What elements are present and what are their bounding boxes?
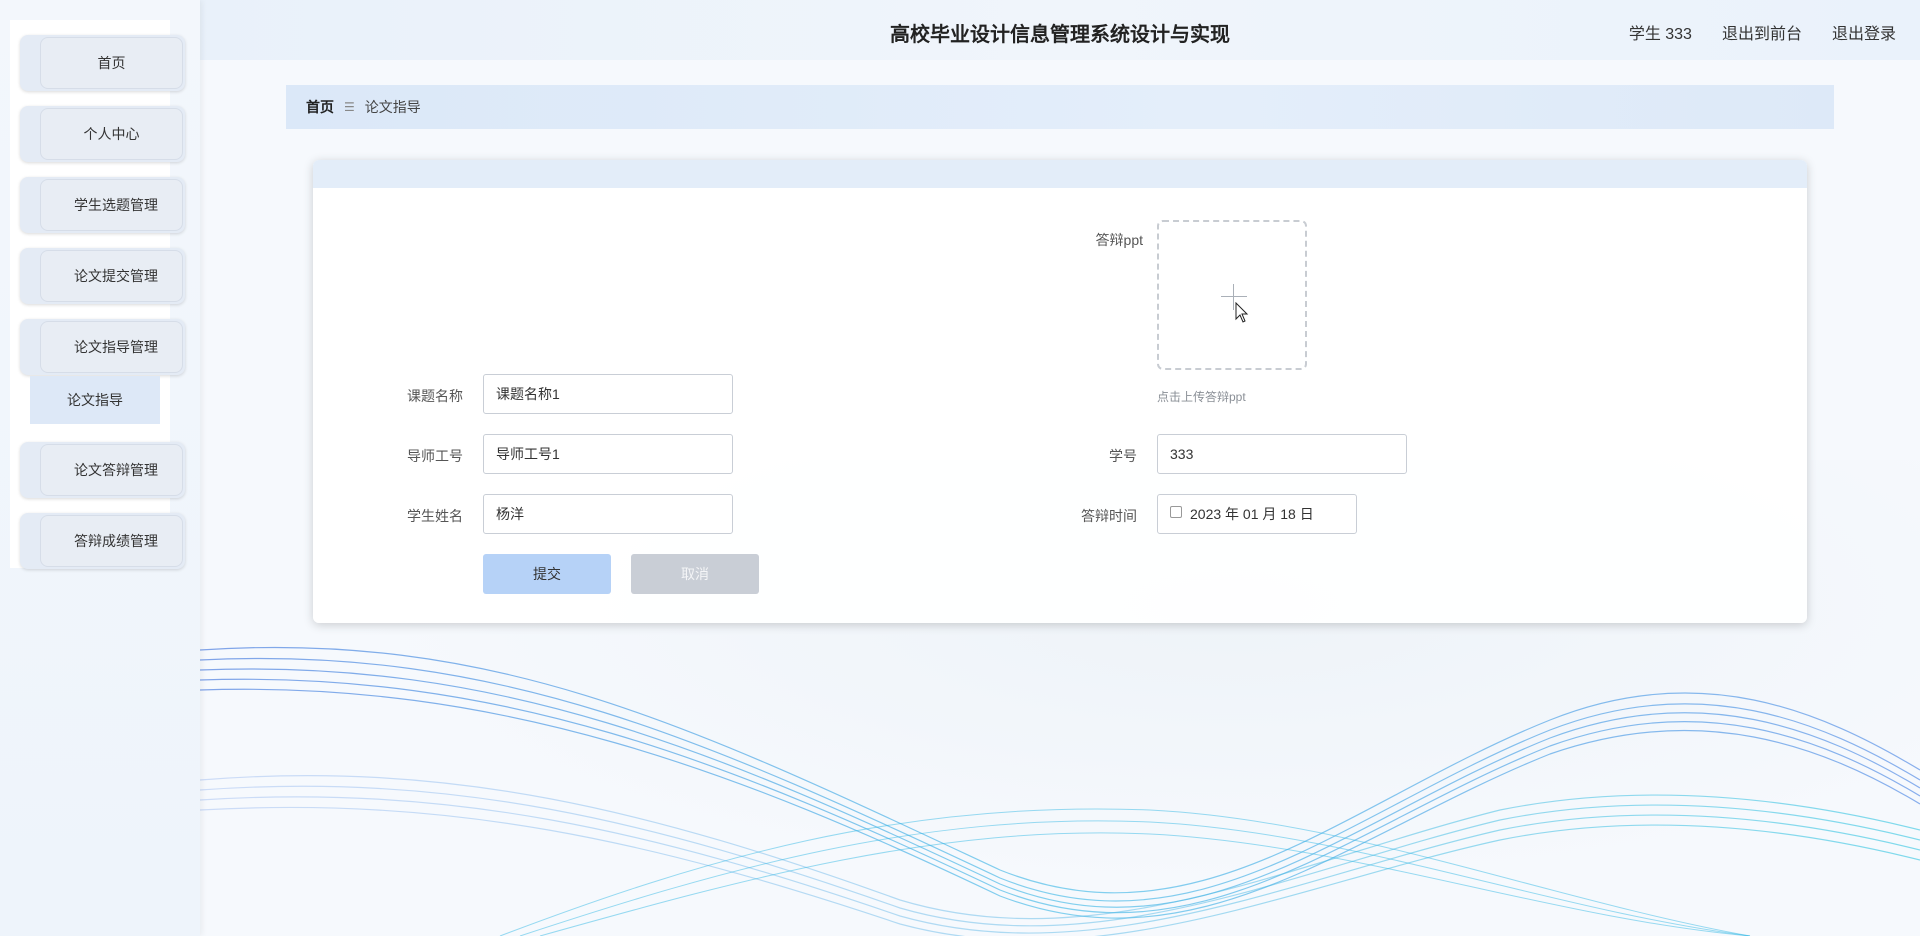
sidebar-item-thesis-guidance[interactable]: 论文指导管理 [20, 319, 185, 375]
defense-time-value: 2023 年 01 月 18 日 [1190, 506, 1314, 522]
submit-button[interactable]: 提交 [483, 554, 611, 594]
breadcrumb-separator-icon: ☰ [344, 100, 355, 114]
sidebar-item-label: 论文答辩管理 [40, 444, 183, 496]
cancel-button[interactable]: 取消 [631, 554, 759, 594]
sidebar-item-thesis-submission[interactable]: 论文提交管理 [20, 248, 185, 304]
form-card: 答辩ppt 点击上传答辩ppt 课题名称 课题名称1 导师工号 导师工号1 学号… [313, 160, 1807, 623]
student-id-input[interactable]: 333 [1157, 434, 1407, 474]
sidebar-item-label: 个人中心 [40, 108, 183, 160]
back-to-front-link[interactable]: 退出到前台 [1722, 20, 1802, 44]
teacher-id-label: 导师工号 [407, 448, 463, 464]
logout-link[interactable]: 退出登录 [1832, 20, 1896, 44]
teacher-id-input[interactable]: 导师工号1 [483, 434, 733, 474]
breadcrumb: 首页 ☰ 论文指导 [286, 85, 1834, 129]
defense-time-label: 答辩时间 [1081, 508, 1137, 524]
header-actions: 学生 333 退出到前台 退出登录 [1629, 20, 1896, 44]
topic-name-label: 课题名称 [407, 388, 463, 404]
sidebar-item-topic-selection[interactable]: 学生选题管理 [20, 177, 185, 233]
upload-label: 答辩ppt [1095, 232, 1143, 248]
sidebar: 首页 个人中心 学生选题管理 论文提交管理 论文指导管理 论文指导 论文答辩管理… [0, 0, 200, 936]
breadcrumb-home-link[interactable]: 首页 [306, 97, 334, 117]
user-label: 学生 333 [1628, 26, 1692, 43]
submenu-item-thesis-guidance[interactable]: 论文指导 [30, 376, 160, 424]
topic-name-input[interactable]: 课题名称1 [483, 374, 733, 414]
plus-icon-vertical [1233, 284, 1234, 310]
top-header: 高校毕业设计信息管理系统设计与实现 学生 333 退出到前台 退出登录 [200, 0, 1920, 60]
card-header-bar [313, 160, 1807, 188]
calendar-icon [1170, 506, 1182, 518]
mouse-cursor-icon [1235, 302, 1249, 323]
student-id-label: 学号 [1109, 448, 1137, 464]
plus-icon [1221, 296, 1247, 297]
sidebar-item-home[interactable]: 首页 [20, 35, 185, 91]
sidebar-item-defense-score[interactable]: 答辩成绩管理 [20, 513, 185, 569]
breadcrumb-current: 论文指导 [364, 99, 421, 115]
upload-ppt-box[interactable] [1157, 220, 1307, 370]
sidebar-item-label: 首页 [40, 37, 183, 89]
sidebar-item-label: 学生选题管理 [40, 179, 183, 231]
sidebar-item-label: 论文指导管理 [40, 321, 183, 373]
student-name-label: 学生姓名 [407, 508, 463, 524]
defense-time-picker[interactable]: 2023 年 01 月 18 日 [1157, 494, 1357, 534]
sidebar-item-label: 论文提交管理 [40, 250, 183, 302]
sidebar-item-personal-center[interactable]: 个人中心 [20, 106, 185, 162]
sidebar-item-label: 答辩成绩管理 [40, 515, 183, 567]
sidebar-item-defense[interactable]: 论文答辩管理 [20, 442, 185, 498]
student-name-input[interactable]: 杨洋 [483, 494, 733, 534]
upload-tip: 点击上传答辩ppt [1157, 390, 1246, 404]
